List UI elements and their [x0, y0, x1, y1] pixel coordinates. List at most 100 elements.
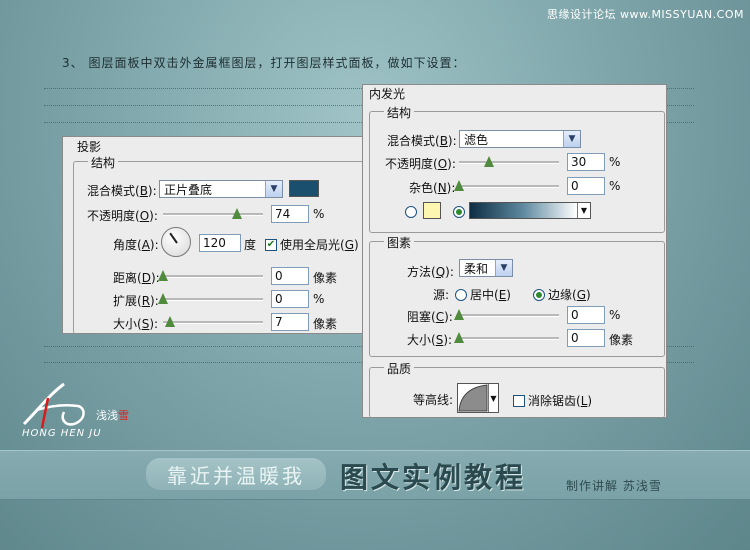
noise-input[interactable]: 0 — [567, 177, 605, 195]
method-value: 柔和 — [464, 261, 489, 276]
method-select[interactable]: 柔和 ▼ — [459, 259, 513, 277]
solid-color-radio[interactable] — [405, 206, 417, 218]
method-label: 方法(Q): — [407, 265, 454, 279]
slider-track — [163, 213, 263, 216]
angle-dial[interactable] — [161, 227, 191, 257]
opacity-slider[interactable] — [163, 208, 263, 219]
angle-unit: 度 — [244, 238, 257, 252]
site-watermark: 思缘设计论坛 www.MISSYUAN.COM — [546, 8, 744, 21]
global-light-checkbox[interactable]: ✔ — [265, 238, 277, 251]
blend-mode-row: 混合模式(B): — [87, 182, 157, 199]
size-slider[interactable] — [163, 316, 263, 327]
size-input[interactable]: 7 — [271, 313, 309, 331]
choke-label: 阻塞(C): — [407, 310, 453, 324]
gradient-picker[interactable]: ▼ — [469, 202, 591, 219]
antialias-option[interactable]: 消除锯齿(L) — [513, 392, 592, 409]
size-label: 大小(S): — [113, 317, 159, 331]
contour-label: 等高线: — [413, 393, 454, 407]
method-row: 方法(Q): — [407, 263, 454, 280]
angle-needle — [169, 232, 178, 244]
slider-track — [459, 185, 559, 188]
center-radio[interactable] — [455, 288, 467, 301]
choke-input[interactable]: 0 — [567, 306, 605, 324]
slider-track — [163, 275, 263, 278]
chevron-down-icon: ▼ — [563, 131, 580, 147]
noise-slider[interactable] — [454, 180, 559, 191]
slider-thumb[interactable] — [232, 208, 242, 219]
center-option[interactable]: 居中(E) — [455, 286, 511, 303]
slider-thumb[interactable] — [165, 316, 175, 327]
angle-label: 角度(A): — [113, 238, 159, 252]
distance-label: 距离(D): — [113, 271, 160, 285]
global-light-row[interactable]: ✔ 使用全局光(G) — [265, 236, 359, 253]
slider-track — [459, 161, 559, 164]
angle-input[interactable]: 120 — [199, 234, 241, 252]
choke-slider[interactable] — [454, 309, 559, 320]
spread-unit: % — [313, 292, 325, 306]
glow-opacity-label: 不透明度(O): — [385, 157, 456, 171]
chevron-down-icon: ▼ — [577, 203, 590, 218]
drop-shadow-title: 投影 — [77, 140, 102, 154]
distance-input[interactable]: 0 — [271, 267, 309, 285]
spread-input[interactable]: 0 — [271, 290, 309, 308]
opacity-label: 不透明度(O): — [87, 209, 158, 223]
contour-preview-icon — [458, 384, 488, 412]
spread-label: 扩展(R): — [113, 294, 159, 308]
opacity-input[interactable]: 74 — [271, 205, 309, 223]
antialias-checkbox[interactable] — [513, 394, 525, 407]
structure-group-label: 结构 — [88, 154, 119, 171]
noise-unit: % — [609, 179, 621, 193]
structure-group-label: 结构 — [384, 104, 415, 121]
spread-slider[interactable] — [158, 293, 263, 304]
drop-shadow-panel: 投影 结构 混合模式(B): 正片叠底 ▼ 不透明度(O): 74 % 角度(A… — [62, 136, 370, 334]
slider-thumb[interactable] — [158, 270, 168, 281]
shadow-color-swatch[interactable] — [289, 180, 319, 197]
glow-opacity-row: 不透明度(O): — [385, 155, 456, 172]
global-light-label: 使用全局光(G) — [280, 238, 359, 252]
inner-glow-title: 内发光 — [369, 87, 406, 101]
slider-thumb[interactable] — [454, 180, 464, 191]
angle-row: 角度(A): — [113, 236, 159, 253]
glow-color-swatch[interactable] — [423, 202, 441, 219]
glow-blend-value: 滤色 — [464, 132, 489, 147]
choke-row: 阻塞(C): — [407, 308, 453, 325]
blend-mode-value: 正片叠底 — [164, 182, 213, 197]
chevron-down-icon: ▼ — [495, 260, 512, 276]
slider-track — [163, 321, 263, 324]
distance-unit: 像素 — [313, 271, 338, 285]
source-label: 源: — [433, 288, 450, 302]
glow-opacity-input[interactable]: 30 — [567, 153, 605, 171]
contour-picker[interactable]: ▼ — [457, 383, 499, 413]
distance-slider[interactable] — [158, 270, 263, 281]
size-unit: 像素 — [313, 317, 338, 331]
glow-size-row: 大小(S): — [407, 331, 452, 348]
slider-thumb[interactable] — [158, 293, 168, 304]
edge-radio[interactable] — [533, 288, 545, 301]
glow-opacity-unit: % — [609, 155, 621, 169]
glow-size-slider[interactable] — [454, 332, 559, 343]
glow-opacity-slider[interactable] — [459, 156, 559, 167]
quality-group-label: 品质 — [384, 360, 415, 377]
blend-mode-label: 混合模式(B): — [87, 184, 157, 198]
blend-mode-select[interactable]: 正片叠底 ▼ — [159, 180, 283, 198]
gradient-radio[interactable] — [453, 206, 465, 218]
brand-logo-icon — [22, 382, 85, 429]
slider-thumb[interactable] — [454, 332, 464, 343]
opacity-row: 不透明度(O): — [87, 207, 158, 224]
footer-slogan: 靠近并温暖我 — [146, 458, 326, 490]
brand-name: 浅浅雪 — [96, 409, 129, 422]
elements-group-label: 图素 — [384, 234, 415, 251]
opacity-unit: % — [313, 207, 325, 221]
choke-unit: % — [609, 308, 621, 322]
glow-size-input[interactable]: 0 — [567, 329, 605, 347]
footer-title: 图文实例教程 — [340, 461, 527, 494]
edge-option[interactable]: 边缘(G) — [533, 286, 591, 303]
slider-thumb[interactable] — [454, 309, 464, 320]
slider-track — [459, 314, 559, 317]
antialias-label: 消除锯齿(L) — [528, 394, 593, 408]
glow-blend-row: 混合模式(B): — [387, 132, 457, 149]
footer-author: 制作讲解 苏浅雪 — [566, 479, 662, 493]
glow-blend-select[interactable]: 滤色 ▼ — [459, 130, 581, 148]
slider-thumb[interactable] — [484, 156, 494, 167]
glow-blend-label: 混合模式(B): — [387, 134, 457, 148]
